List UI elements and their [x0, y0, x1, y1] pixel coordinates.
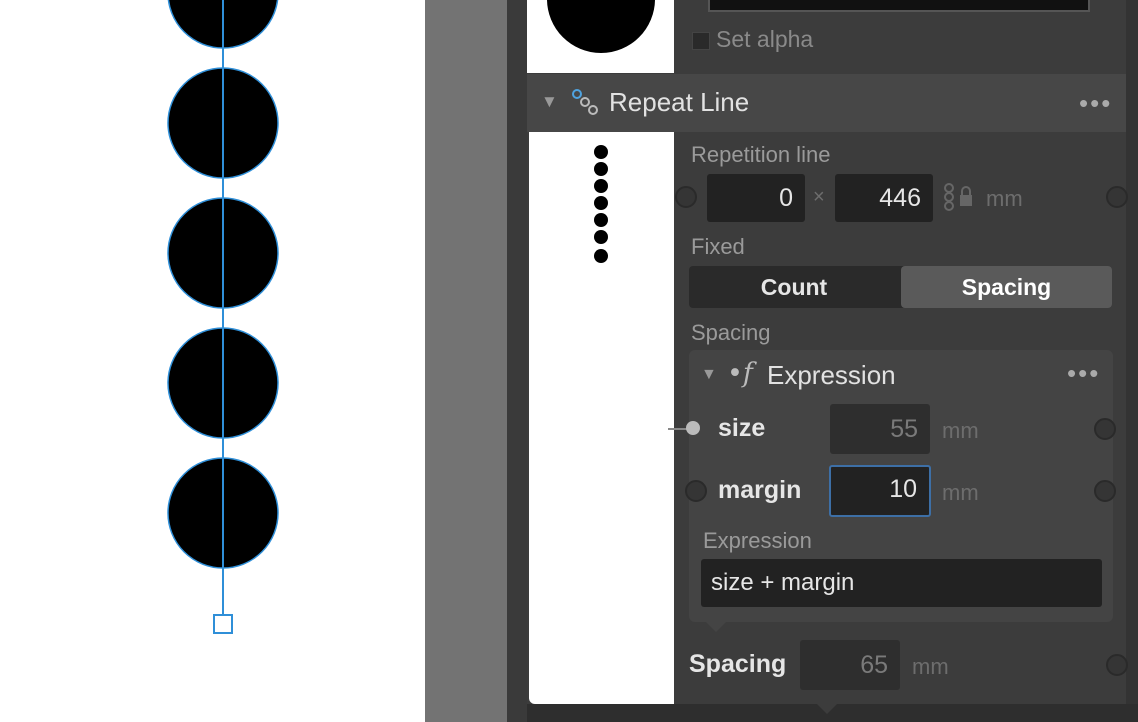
size-value-field: 55 [830, 404, 930, 454]
top-node-field[interactable] [708, 0, 1090, 12]
size-port-connected[interactable] [686, 421, 700, 435]
expression-connector-notch [706, 622, 726, 632]
margin-unit: mm [942, 480, 979, 505]
fixed-segmented-control[interactable]: Count Spacing [689, 266, 1112, 308]
design-canvas[interactable] [0, 0, 425, 722]
repeat-line-header[interactable]: ▼ Repeat Line ••• [527, 74, 1126, 132]
size-unit: mm [942, 418, 979, 443]
output-port-right[interactable] [1106, 186, 1128, 208]
canvas-artwork[interactable] [0, 0, 425, 722]
panel-edge [507, 0, 527, 722]
input-port-left[interactable] [675, 186, 697, 208]
size-output-port[interactable] [1094, 418, 1116, 440]
margin-param-label: margin [718, 476, 802, 504]
size-param-label: size [718, 414, 766, 442]
lock-icon[interactable] [942, 182, 976, 212]
repetition-y-field[interactable]: 446 [835, 174, 933, 222]
set-alpha-label: Set alpha [716, 26, 814, 52]
margin-output-port[interactable] [1094, 480, 1116, 502]
spacing-section-label: Spacing [691, 320, 771, 345]
expression-input[interactable]: size + margin [701, 559, 1102, 607]
expression-collapse-icon[interactable]: ▼ [701, 366, 717, 384]
times-separator: × [813, 186, 825, 208]
repeat-line-preview [529, 132, 674, 704]
fixed-option-spacing[interactable]: Spacing [901, 266, 1112, 308]
spacing-output-port[interactable] [1106, 654, 1128, 676]
function-icon: •𝑓 [727, 358, 753, 389]
spacing-unit: mm [912, 654, 949, 679]
preview-circle [547, 0, 655, 53]
node-menu-icon[interactable]: ••• [1079, 90, 1112, 116]
chain-link-icon [572, 89, 598, 115]
collapse-triangle-icon[interactable]: ▼ [541, 92, 558, 112]
panel-right-edge [1126, 0, 1138, 722]
repetition-x-field[interactable]: 0 [707, 174, 805, 222]
spacing-value-field: 65 [800, 640, 900, 690]
set-alpha-checkbox[interactable] [692, 32, 710, 50]
canvas-panel-gutter [425, 0, 507, 722]
expression-menu-icon[interactable]: ••• [1067, 360, 1100, 386]
preview-dots [594, 145, 608, 263]
margin-value-field[interactable]: 10 [829, 465, 931, 517]
repeat-line-title: Repeat Line [609, 87, 750, 117]
repetition-line-label: Repetition line [691, 142, 831, 167]
fixed-option-count[interactable]: Count [689, 266, 899, 308]
bottom-connector-notch [817, 704, 837, 714]
fixed-label: Fixed [691, 234, 745, 259]
spacing-param-label: Spacing [689, 650, 787, 678]
top-node-preview [527, 0, 674, 73]
margin-input-port[interactable] [685, 480, 707, 502]
line-end-handle [213, 614, 233, 634]
repetition-unit: mm [986, 186, 1023, 211]
expression-field-label: Expression [703, 528, 812, 553]
expression-title: Expression [767, 360, 896, 390]
